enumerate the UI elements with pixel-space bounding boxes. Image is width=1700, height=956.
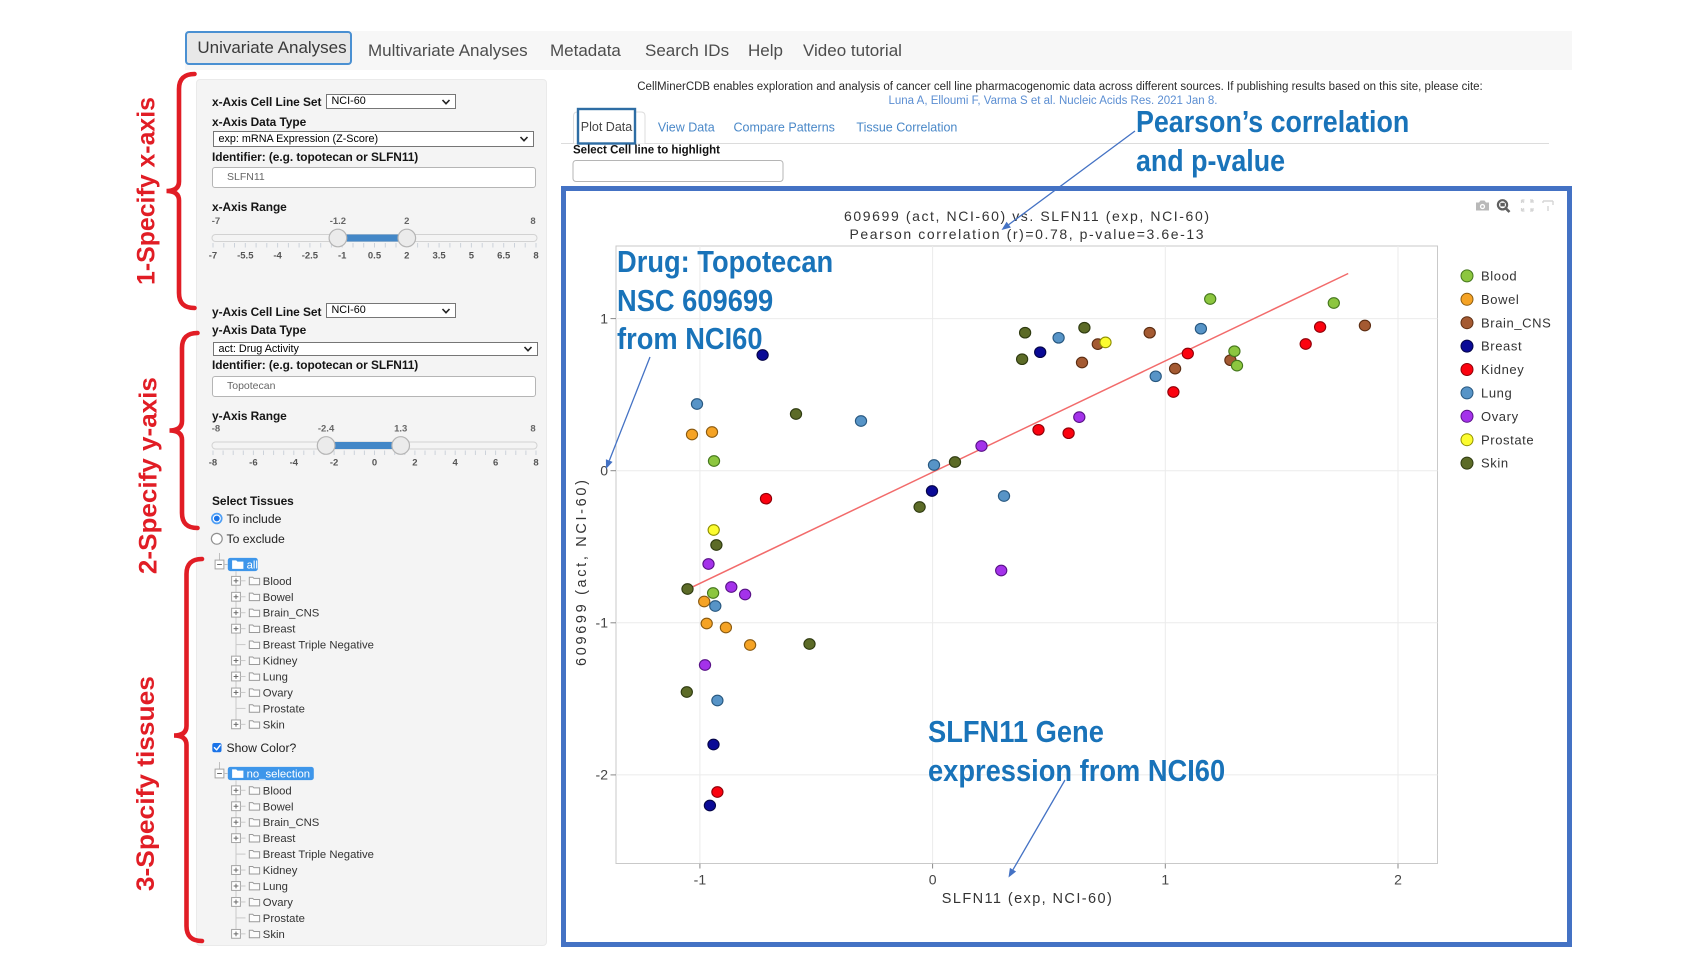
svg-text:Breast Triple Negative: Breast Triple Negative xyxy=(263,849,374,861)
svg-text:-7: -7 xyxy=(212,216,220,227)
svg-text:-2: -2 xyxy=(596,767,609,783)
svg-text:-7: -7 xyxy=(209,251,217,262)
svg-text:-4: -4 xyxy=(273,251,282,262)
svg-text:2: 2 xyxy=(1394,872,1402,888)
svg-text:-2.5: -2.5 xyxy=(302,251,319,262)
svg-text:2: 2 xyxy=(412,458,417,469)
svg-text:8: 8 xyxy=(533,458,538,469)
svg-text:Compare Patterns: Compare Patterns xyxy=(733,121,834,135)
svg-text:Blood: Blood xyxy=(263,576,292,588)
svg-text:4: 4 xyxy=(453,458,459,469)
svg-text:-1.2: -1.2 xyxy=(330,216,346,227)
svg-text:-1: -1 xyxy=(694,872,707,888)
svg-text:Blood: Blood xyxy=(263,785,292,797)
svg-text:-6: -6 xyxy=(249,458,257,469)
svg-text:Ovary: Ovary xyxy=(1481,409,1519,424)
svg-text:1-Specify x-axis: 1-Specify x-axis xyxy=(133,97,161,285)
svg-text:8: 8 xyxy=(530,424,535,435)
svg-text:Skin: Skin xyxy=(263,719,285,731)
svg-text:Kidney: Kidney xyxy=(263,865,298,877)
svg-text:-2: -2 xyxy=(330,458,338,469)
svg-text:Bowel: Bowel xyxy=(263,592,294,604)
svg-text:Kidney: Kidney xyxy=(1481,362,1524,377)
svg-text:0: 0 xyxy=(929,872,937,888)
svg-text:Show Color?: Show Color? xyxy=(227,741,297,755)
svg-text:Tissue Correlation: Tissue Correlation xyxy=(856,121,957,135)
svg-text:Plot Data: Plot Data xyxy=(581,120,632,134)
svg-text:Prostate: Prostate xyxy=(263,913,305,925)
svg-text:Lung: Lung xyxy=(263,672,288,684)
svg-text:Skin: Skin xyxy=(263,929,285,941)
svg-text:all: all xyxy=(247,560,258,572)
svg-text:SLFN11 (exp, NCI-60): SLFN11 (exp, NCI-60) xyxy=(942,891,1112,907)
svg-text:Prostate: Prostate xyxy=(263,703,305,715)
svg-text:-8: -8 xyxy=(212,424,220,435)
svg-text:8: 8 xyxy=(533,251,538,262)
svg-text:View Data: View Data xyxy=(658,121,715,135)
svg-text:Breast Triple Negative: Breast Triple Negative xyxy=(263,640,374,652)
svg-text:2: 2 xyxy=(404,216,409,227)
svg-text:6: 6 xyxy=(493,458,498,469)
svg-text:-5.5: -5.5 xyxy=(237,251,254,262)
svg-text:Brain_CNS: Brain_CNS xyxy=(263,817,320,829)
svg-text:Lung: Lung xyxy=(1481,386,1512,401)
svg-text:Bowel: Bowel xyxy=(1481,292,1519,307)
svg-text:-2.4: -2.4 xyxy=(318,424,335,435)
svg-text:Ovary: Ovary xyxy=(263,687,293,699)
svg-text:Breast: Breast xyxy=(263,624,297,636)
svg-text:1: 1 xyxy=(600,310,608,326)
svg-text:-4: -4 xyxy=(290,458,299,469)
svg-text:3.5: 3.5 xyxy=(432,251,446,262)
svg-text:Brain_CNS: Brain_CNS xyxy=(263,608,320,620)
svg-text:-8: -8 xyxy=(209,458,217,469)
svg-text:6.5: 6.5 xyxy=(497,251,511,262)
svg-text:Bowel: Bowel xyxy=(263,801,294,813)
svg-text:8: 8 xyxy=(530,216,535,227)
svg-text:Pearson correlation (r)=0.78,: Pearson correlation (r)=0.78, p-value=3.… xyxy=(850,226,1204,242)
svg-text:To exclude: To exclude xyxy=(227,532,285,546)
svg-text:no_selection: no_selection xyxy=(247,769,310,781)
svg-text:2: 2 xyxy=(404,251,409,262)
svg-text:609699 (act, NCI-60): 609699 (act, NCI-60) xyxy=(574,480,590,666)
svg-text:Prostate: Prostate xyxy=(1481,432,1534,447)
svg-text:Ovary: Ovary xyxy=(263,897,293,909)
svg-text:Breast: Breast xyxy=(263,833,297,845)
svg-text:2-Specify y-axis: 2-Specify y-axis xyxy=(135,377,163,574)
svg-text:0.5: 0.5 xyxy=(368,251,382,262)
svg-text:Blood: Blood xyxy=(1481,269,1517,284)
svg-text:Brain_CNS: Brain_CNS xyxy=(1481,315,1551,330)
svg-text:Kidney: Kidney xyxy=(263,656,298,668)
svg-text:Skin: Skin xyxy=(1481,456,1509,471)
svg-text:Select Cell line to highlight: Select Cell line to highlight xyxy=(573,145,720,157)
svg-text:CellMinerCDB enables explorati: CellMinerCDB enables exploration and ana… xyxy=(637,81,1483,93)
svg-text:1.3: 1.3 xyxy=(394,424,407,435)
svg-text:Breast: Breast xyxy=(1481,339,1522,354)
svg-text:5: 5 xyxy=(469,251,475,262)
svg-text:Lung: Lung xyxy=(263,881,288,893)
svg-text:1: 1 xyxy=(1161,872,1169,888)
svg-text:-1: -1 xyxy=(596,615,609,631)
svg-text:To include: To include xyxy=(227,512,282,526)
svg-text:609699 (act, NCI-60) vs. SLFN1: 609699 (act, NCI-60) vs. SLFN11 (exp, NC… xyxy=(844,208,1209,224)
svg-text:0: 0 xyxy=(372,458,377,469)
svg-text:-1: -1 xyxy=(338,251,347,262)
svg-text:3-Specify tissues: 3-Specify tissues xyxy=(132,676,160,891)
